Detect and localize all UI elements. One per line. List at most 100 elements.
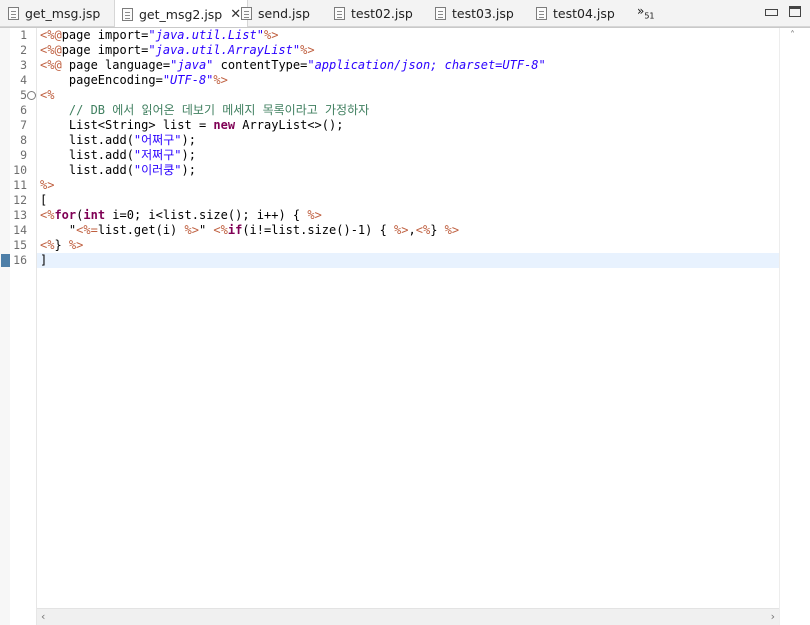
code-token: list.get(i) <box>97 223 185 237</box>
tab-overflow-button[interactable]: »51 <box>637 4 655 20</box>
code-token: , <box>408 223 416 237</box>
line-number: 7 <box>20 118 27 132</box>
code-token: list.add( <box>40 133 134 147</box>
scroll-right-icon[interactable]: › <box>771 610 775 623</box>
tab-label: test02.jsp <box>351 6 413 21</box>
code-line[interactable]: <%@page import="java.util.ArrayList"%> <box>40 43 315 58</box>
tab-test03[interactable]: test03.jsp <box>435 0 514 27</box>
code-token: contentType= <box>213 58 308 72</box>
tab-label: test03.jsp <box>452 6 514 21</box>
code-token: ] <box>40 253 48 267</box>
code-token: <% <box>415 223 431 237</box>
line-number: 15 <box>13 238 27 252</box>
line-number: 1 <box>20 28 27 42</box>
code-token: "UTF-8" <box>162 73 214 87</box>
code-line[interactable]: "<%=list.get(i) %>" <%if(i!=list.size()-… <box>40 223 459 238</box>
code-line[interactable]: list.add("저쩌구"); <box>40 148 196 163</box>
horizontal-scrollbar[interactable]: ‹ › <box>37 608 779 625</box>
code-area[interactable]: <%@page import="java.util.List"%> <%@page… <box>37 28 779 608</box>
tab-test02[interactable]: test02.jsp <box>334 0 413 27</box>
code-token: // DB 에서 읽어온 데보기 메세지 목록이라고 가정하자 <box>40 103 370 117</box>
code-token: page language= <box>61 58 171 72</box>
jsp-file-icon <box>334 7 345 20</box>
maximize-button[interactable] <box>789 6 801 17</box>
code-token: "application/json; charset=UTF-8" <box>307 58 546 72</box>
line-number: 11 <box>13 178 27 192</box>
code-token: if <box>227 223 243 237</box>
code-token: page import= <box>61 28 149 42</box>
code-token: "java.util.List" <box>148 28 264 42</box>
tab-label: send.jsp <box>258 6 310 21</box>
code-token: } <box>54 238 69 252</box>
code-token: "저쩌구" <box>133 148 182 162</box>
code-line[interactable]: [ <box>40 193 47 208</box>
tab-label: get_msg2.jsp <box>139 6 223 22</box>
code-line[interactable]: ] <box>40 253 47 268</box>
current-line-marker <box>1 254 10 267</box>
code-token: %> <box>40 178 55 192</box>
code-token: list.add( <box>40 163 134 177</box>
code-line[interactable]: <% <box>40 88 54 103</box>
code-token: list.add( <box>40 148 134 162</box>
code-token: pageEncoding= <box>40 73 163 87</box>
tab-label: test04.jsp <box>553 6 615 21</box>
code-token: %> <box>444 223 460 237</box>
code-line[interactable]: // DB 에서 읽어온 데보기 메세지 목록이라고 가정하자 <box>40 103 369 118</box>
code-token: <% <box>40 208 55 222</box>
code-token: <% <box>213 223 228 237</box>
code-token: %> <box>307 208 322 222</box>
tab-get-msg2[interactable]: get_msg2.jsp ✕ <box>114 0 249 28</box>
line-number: 13 <box>13 208 27 222</box>
jsp-file-icon <box>241 7 252 20</box>
code-line[interactable]: <%@ page language="java" contentType="ap… <box>40 58 546 73</box>
minimize-button[interactable] <box>765 6 778 17</box>
close-icon[interactable]: ✕ <box>230 7 241 22</box>
line-number: 16 <box>13 253 27 267</box>
code-line[interactable]: <%} %> <box>40 238 83 253</box>
code-line[interactable]: <%@page import="java.util.List"%> <box>40 28 278 43</box>
scroll-left-icon[interactable]: ‹ <box>41 610 45 623</box>
code-token: new <box>213 118 236 132</box>
tab-send[interactable]: send.jsp <box>241 0 310 27</box>
code-line[interactable]: list.add("이러쿵"); <box>40 163 196 178</box>
line-number: 2 <box>20 43 27 57</box>
jsp-file-icon <box>536 7 547 20</box>
code-editor[interactable]: 1 2 3 4 5 6 7 8 9 10 11 12 13 14 15 16 <%@page import="… <box>0 27 810 625</box>
overflow-count: 51 <box>644 11 655 21</box>
jsp-file-icon <box>435 7 446 20</box>
scroll-up-icon[interactable]: ˄ <box>790 30 795 41</box>
line-number: 14 <box>13 223 27 237</box>
line-number: 8 <box>20 133 27 147</box>
code-token: <% <box>40 238 55 252</box>
code-line[interactable]: pageEncoding="UTF-8"%> <box>40 73 228 88</box>
line-number: 9 <box>20 148 27 162</box>
vertical-scrollbar[interactable]: ˄ <box>779 28 810 625</box>
code-token: %> <box>300 43 315 57</box>
jsp-file-icon <box>8 7 19 20</box>
code-line[interactable]: List<String> list = new ArrayList<>(); <box>40 118 344 133</box>
code-token: %> <box>213 73 228 87</box>
tab-get-msg[interactable]: get_msg.jsp <box>8 0 100 27</box>
fold-collapse-icon[interactable] <box>27 91 36 100</box>
line-number: 5 <box>20 88 27 102</box>
code-line[interactable]: <%for(int i=0; i<list.size(); i++) { %> <box>40 208 322 223</box>
code-line[interactable]: %> <box>40 178 54 193</box>
current-line-highlight <box>37 253 779 268</box>
code-token: " <box>40 223 77 237</box>
tab-label: get_msg.jsp <box>25 6 101 21</box>
annotation-ruler <box>0 28 10 625</box>
code-token: " <box>198 223 214 237</box>
code-token: <% <box>40 88 55 102</box>
code-token: ArrayList<>(); <box>235 118 344 132</box>
line-number: 12 <box>13 193 27 207</box>
editor-tab-bar: get_msg.jsp get_msg2.jsp ✕ send.jsp test… <box>0 0 810 28</box>
code-token: "이러쿵" <box>133 163 182 177</box>
code-token: %> <box>394 223 409 237</box>
line-number: 6 <box>20 103 27 117</box>
code-token: "어쩌구" <box>133 133 182 147</box>
code-line[interactable]: list.add("어쩌구"); <box>40 133 196 148</box>
line-number: 3 <box>20 58 27 72</box>
tab-test04[interactable]: test04.jsp <box>536 0 615 27</box>
code-token: ); <box>181 133 196 147</box>
code-token: i=0; i<list.size(); i++) { <box>105 208 308 222</box>
